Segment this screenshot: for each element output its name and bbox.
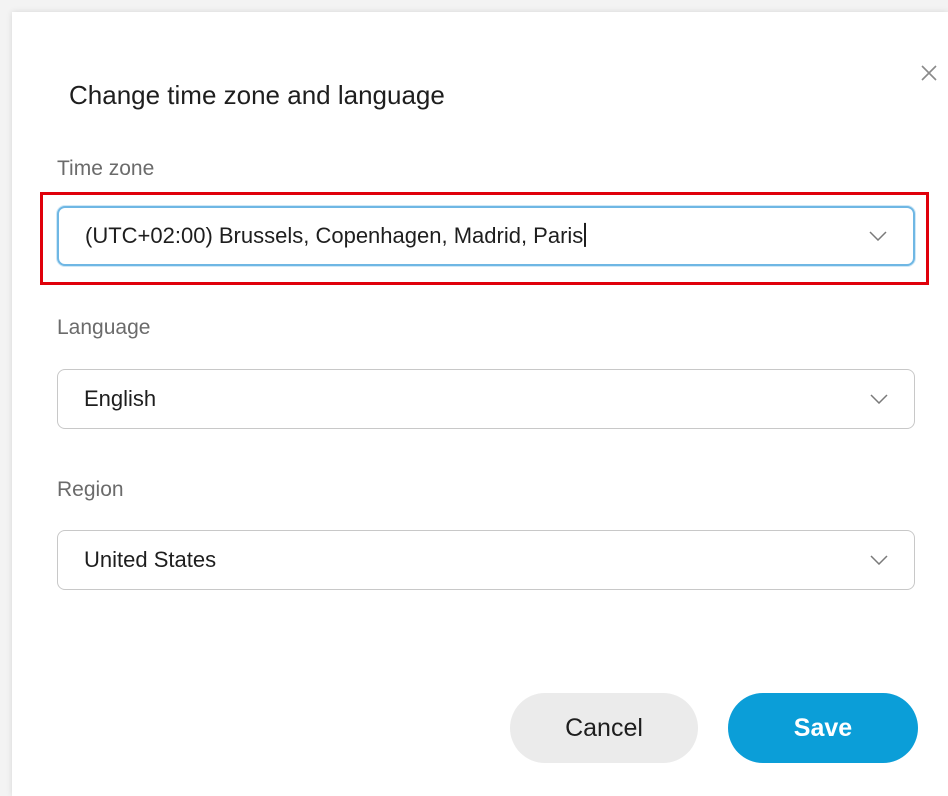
language-value: English bbox=[84, 386, 157, 411]
chevron-down-icon bbox=[869, 230, 887, 242]
chevron-down-icon bbox=[870, 393, 888, 405]
region-label: Region bbox=[57, 478, 124, 501]
language-label: Language bbox=[57, 316, 151, 339]
time-zone-select[interactable]: (UTC+02:00) Brussels, Copenhagen, Madrid… bbox=[57, 206, 915, 266]
cancel-button[interactable]: Cancel bbox=[510, 693, 698, 763]
chevron-down-icon bbox=[870, 554, 888, 566]
dialog-title: Change time zone and language bbox=[69, 80, 445, 110]
page: Change time zone and language Time zone … bbox=[0, 0, 948, 796]
language-select[interactable]: English bbox=[57, 369, 915, 429]
close-icon bbox=[921, 65, 937, 81]
text-cursor bbox=[584, 223, 586, 248]
region-value: United States bbox=[84, 547, 217, 572]
save-button[interactable]: Save bbox=[728, 693, 918, 763]
time-zone-value: (UTC+02:00) Brussels, Copenhagen, Madrid… bbox=[85, 223, 586, 249]
time-zone-label: Time zone bbox=[57, 157, 155, 180]
region-select[interactable]: United States bbox=[57, 530, 915, 590]
close-button[interactable] bbox=[916, 60, 942, 86]
